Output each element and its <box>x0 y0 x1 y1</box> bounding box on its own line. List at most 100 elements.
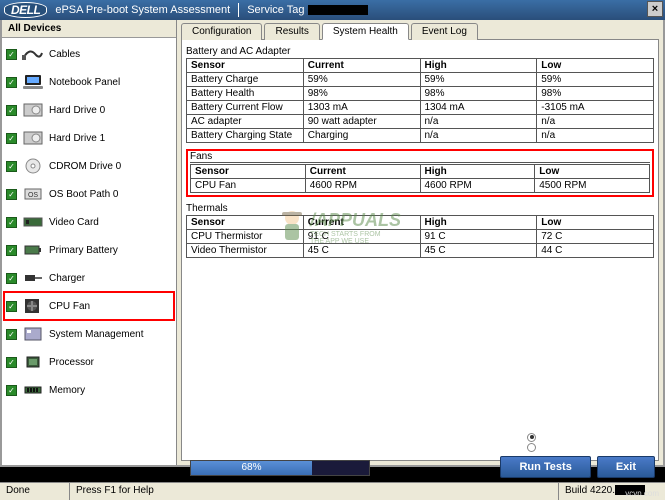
check-icon: ✓ <box>6 245 17 256</box>
device-item-system-management[interactable]: ✓ System Management <box>4 320 174 348</box>
cpu-icon <box>21 352 45 372</box>
table-cell: 1303 mA <box>303 101 420 115</box>
device-item-processor[interactable]: ✓ Processor <box>4 348 174 376</box>
check-icon: ✓ <box>6 105 17 116</box>
device-label: Primary Battery <box>49 245 118 256</box>
check-icon: ✓ <box>6 357 17 368</box>
device-item-charger[interactable]: ✓ Charger <box>4 264 174 292</box>
table-cell: 91 C <box>303 230 420 244</box>
brand-logo: DELL <box>4 2 47 18</box>
table-cell: Battery Charging State <box>187 129 304 143</box>
table-cell: Charging <box>303 129 420 143</box>
video-icon <box>21 212 45 232</box>
device-item-notebook-panel[interactable]: ✓ Notebook Panel <box>4 68 174 96</box>
table-cell: 4600 RPM <box>305 179 420 193</box>
table-cell: Battery Health <box>187 87 304 101</box>
table-row: Video Thermistor45 C45 C44 C <box>187 244 654 258</box>
battery-title: Battery and AC Adapter <box>186 46 654 57</box>
device-label: CPU Fan <box>49 301 90 312</box>
battery-table: SensorCurrentHighLowBattery Charge59%59%… <box>186 58 654 143</box>
fan-icon <box>21 296 45 316</box>
table-cell: 98% <box>303 87 420 101</box>
check-icon: ✓ <box>6 77 17 88</box>
device-list: ✓ Cables✓ Notebook Panel✓ Hard Drive 0✓ … <box>2 38 176 465</box>
svg-text:OS: OS <box>28 192 38 199</box>
device-label: CDROM Drive 0 <box>49 161 121 172</box>
table-cell: CPU Thermistor <box>187 230 304 244</box>
device-item-video-card[interactable]: ✓ Video Card <box>4 208 174 236</box>
device-item-hard-drive-0[interactable]: ✓ Hard Drive 0 <box>4 96 174 124</box>
thermals-title: Thermals <box>186 203 654 214</box>
memory-icon <box>21 380 45 400</box>
thermals-table: SensorCurrentHighLowCPU Thermistor91 C91… <box>186 215 654 258</box>
check-icon: ✓ <box>6 133 17 144</box>
device-label: Video Card <box>49 217 99 228</box>
progress-fill: 68% <box>191 461 312 475</box>
tab-event-log[interactable]: Event Log <box>411 23 478 40</box>
table-cell: 1304 mA <box>420 101 537 115</box>
laptop-icon <box>21 72 45 92</box>
tab-bar: ConfigurationResultsSystem HealthEvent L… <box>181 22 659 40</box>
check-icon: ✓ <box>6 49 17 60</box>
table-cell: 59% <box>537 73 654 87</box>
device-item-os-boot-path-0[interactable]: ✓ OS OS Boot Path 0 <box>4 180 174 208</box>
device-item-memory[interactable]: ✓ Memory <box>4 376 174 404</box>
run-tests-button[interactable]: Run Tests <box>500 456 590 478</box>
col-header: Low <box>537 59 654 73</box>
table-cell: 98% <box>537 87 654 101</box>
table-row: Battery Current Flow1303 mA1304 mA-3105 … <box>187 101 654 115</box>
hdd-icon <box>21 128 45 148</box>
exit-button[interactable]: Exit <box>597 456 655 478</box>
check-icon: ✓ <box>6 301 17 312</box>
table-cell: n/a <box>537 129 654 143</box>
table-cell: CPU Fan <box>191 179 306 193</box>
corner-text: vcvn.com <box>625 489 659 498</box>
device-item-cables[interactable]: ✓ Cables <box>4 40 174 68</box>
thorough-option[interactable]: Thorough Test Mode <box>527 442 651 452</box>
battery-section: Battery and AC Adapter SensorCurrentHigh… <box>186 46 654 143</box>
col-header: Low <box>537 216 654 230</box>
tab-system-health[interactable]: System Health <box>322 23 409 40</box>
table-row: CPU Fan4600 RPM4600 RPM4500 RPM <box>191 179 650 193</box>
col-header: Sensor <box>191 165 306 179</box>
device-label: Hard Drive 0 <box>49 105 105 116</box>
cable-icon <box>21 44 45 64</box>
device-label: Notebook Panel <box>49 77 120 88</box>
table-cell: -3105 mA <box>537 101 654 115</box>
table-cell: AC adapter <box>187 115 304 129</box>
col-header: Low <box>535 165 650 179</box>
boot-icon: OS <box>21 184 45 204</box>
device-item-primary-battery[interactable]: ✓ Primary Battery <box>4 236 174 264</box>
device-item-hard-drive-1[interactable]: ✓ Hard Drive 1 <box>4 124 174 152</box>
table-cell: 90 watt adapter <box>303 115 420 129</box>
device-item-cpu-fan[interactable]: ✓ CPU Fan <box>4 292 174 320</box>
check-icon: ✓ <box>6 217 17 228</box>
device-item-cdrom-drive-0[interactable]: ✓ CDROM Drive 0 <box>4 152 174 180</box>
hdd-icon <box>21 100 45 120</box>
tab-content: Battery and AC Adapter SensorCurrentHigh… <box>181 40 659 461</box>
service-tag-value <box>308 5 368 15</box>
close-icon[interactable]: × <box>647 1 663 17</box>
thermals-section: Thermals SensorCurrentHighLowCPU Thermis… <box>186 203 654 258</box>
table-cell: 45 C <box>420 244 537 258</box>
table-cell: 98% <box>420 87 537 101</box>
fans-title: Fans <box>190 151 650 163</box>
action-buttons: Run Tests Exit <box>500 456 655 478</box>
check-icon: ✓ <box>6 385 17 396</box>
tab-configuration[interactable]: Configuration <box>181 23 262 40</box>
col-header: High <box>420 216 537 230</box>
table-cell: Battery Charge <box>187 73 304 87</box>
check-icon: ✓ <box>6 161 17 172</box>
table-row: Battery Charge59%59%59% <box>187 73 654 87</box>
check-icon: ✓ <box>6 273 17 284</box>
table-cell: n/a <box>537 115 654 129</box>
col-header: Sensor <box>187 59 304 73</box>
test-options: Perform Quick Audio Check Thorough Test … <box>527 432 651 452</box>
device-label: Processor <box>49 357 94 368</box>
sysmgmt-icon <box>21 324 45 344</box>
status-done: Done <box>0 483 70 500</box>
col-header: High <box>420 59 537 73</box>
tab-results[interactable]: Results <box>264 23 319 40</box>
quick-audio-option[interactable]: Perform Quick Audio Check <box>527 432 651 442</box>
sidebar: All Devices ✓ Cables✓ Notebook Panel✓ Ha… <box>2 20 177 465</box>
